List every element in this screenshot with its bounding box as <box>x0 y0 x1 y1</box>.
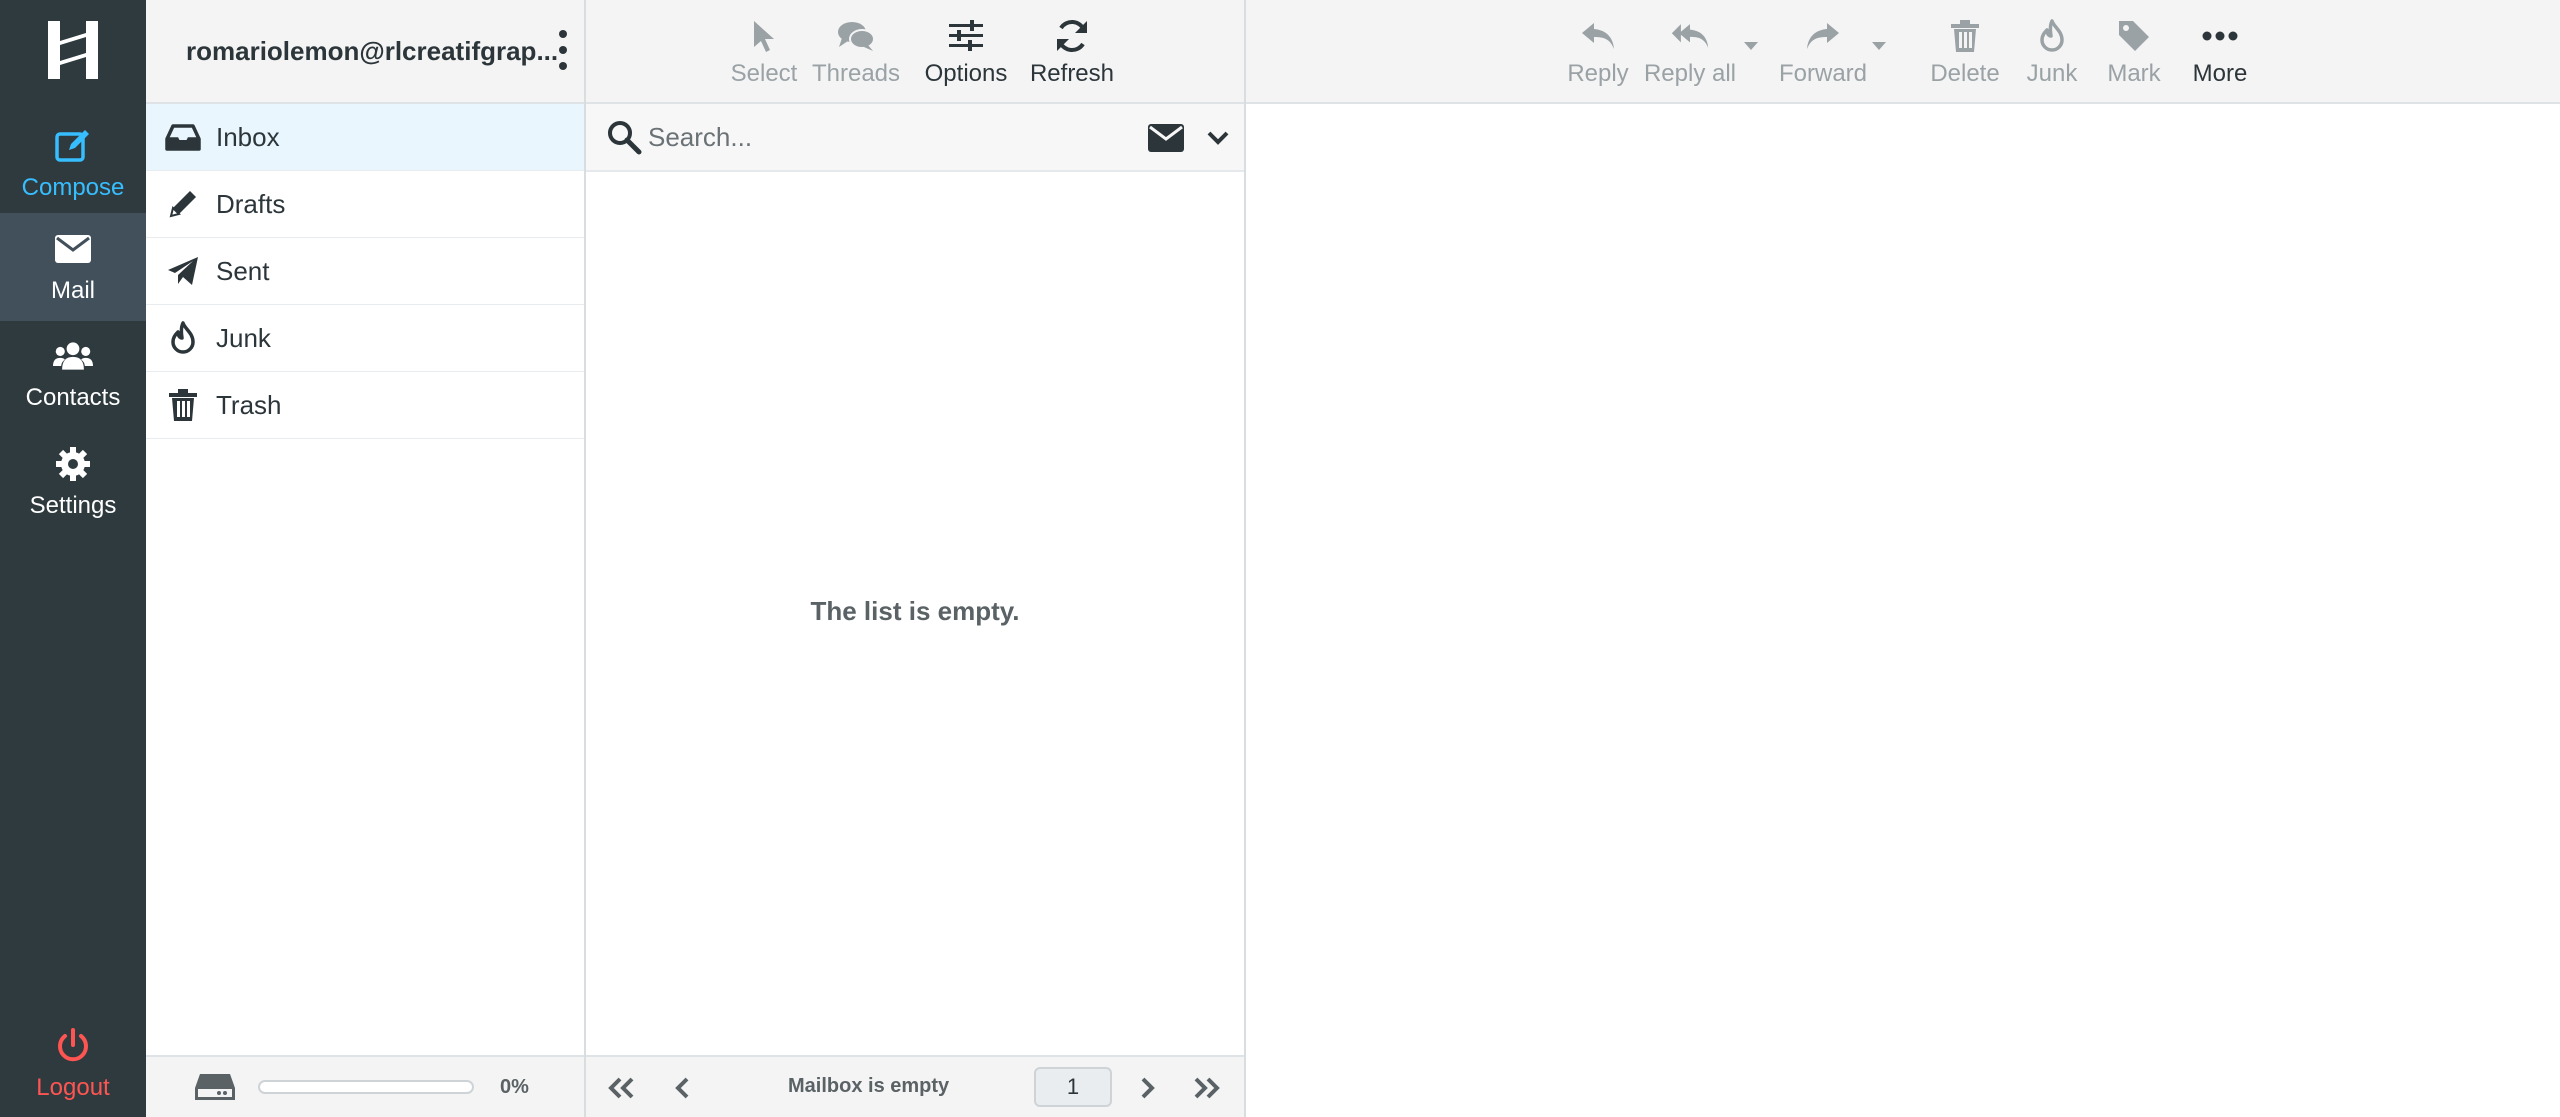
account-menu-icon[interactable] <box>556 30 570 70</box>
fire-icon <box>2032 16 2072 56</box>
mail-label: Mail <box>50 277 95 304</box>
message-toolbar: Reply Reply all Forward Delete Junk Mark… <box>1246 0 2560 104</box>
reply-button[interactable]: Reply <box>1562 10 1634 94</box>
quota-footer: 0% <box>146 1055 584 1117</box>
empty-list-message: The list is empty. <box>810 596 1020 626</box>
reply-all-dropdown-icon[interactable] <box>1744 42 1758 50</box>
contacts-label: Contacts <box>25 384 121 411</box>
sliders-icon <box>946 16 986 56</box>
delete-label: Delete <box>1930 60 2000 87</box>
threads-label: Threads <box>811 60 901 87</box>
compose-label: Compose <box>21 174 125 201</box>
forward-icon <box>1803 16 1843 56</box>
nav-rail: Compose Mail Contacts Settings Logout <box>0 0 146 1117</box>
app-logo <box>0 0 146 100</box>
reply-label: Reply <box>1567 60 1629 87</box>
compose-button[interactable]: Compose <box>0 110 146 218</box>
select-button[interactable]: Select <box>720 10 808 94</box>
mailbox-status: Mailbox is empty <box>788 1075 950 1097</box>
account-header: romariolemon@rlcreatifgrap... <box>146 0 584 104</box>
options-button[interactable]: Options <box>916 10 1016 94</box>
logout-label: Logout <box>36 1074 110 1101</box>
settings-label: Settings <box>29 492 117 519</box>
previous-page-icon[interactable] <box>666 1071 700 1105</box>
reply-all-button[interactable]: Reply all <box>1640 10 1740 94</box>
mail-button[interactable]: Mail <box>0 213 146 321</box>
junk-button[interactable]: Junk <box>2016 10 2088 94</box>
message-preview-panel: Reply Reply all Forward Delete Junk Mark… <box>1246 0 2560 1117</box>
junk-label: Junk <box>2026 60 2078 87</box>
more-label: More <box>2192 60 2248 87</box>
mark-button[interactable]: Mark <box>2098 10 2170 94</box>
paper-plane-icon <box>164 252 202 290</box>
hard-drive-icon <box>195 1074 235 1100</box>
search-input[interactable] <box>648 121 1128 153</box>
list-toolbar: Select Threads Options Refresh <box>586 0 1244 104</box>
folder-inbox[interactable]: Inbox <box>146 104 584 171</box>
logout-button[interactable]: Logout <box>0 1010 146 1117</box>
refresh-button[interactable]: Refresh <box>1022 10 1122 94</box>
users-icon <box>53 336 93 376</box>
threads-button[interactable]: Threads <box>806 10 906 94</box>
folder-drafts[interactable]: Drafts <box>146 171 584 238</box>
first-page-icon[interactable] <box>604 1071 638 1105</box>
folder-label: Junk <box>216 322 271 353</box>
gear-icon <box>53 444 93 484</box>
options-label: Options <box>924 60 1008 87</box>
forward-dropdown-icon[interactable] <box>1872 42 1886 50</box>
mark-label: Mark <box>2107 60 2161 87</box>
trash-icon <box>164 386 202 424</box>
trash-icon <box>1945 16 1985 56</box>
chevron-down-icon[interactable] <box>1206 126 1230 150</box>
folder-label: Trash <box>216 389 282 420</box>
reply-all-icon <box>1670 16 1710 56</box>
quota-progress-bar <box>258 1080 474 1094</box>
compose-icon <box>53 126 93 166</box>
delete-button[interactable]: Delete <box>1922 10 2008 94</box>
more-icon <box>2200 16 2240 56</box>
message-list-panel: Select Threads Options Refresh The list … <box>586 0 1246 1117</box>
refresh-icon <box>1052 16 1092 56</box>
more-button[interactable]: More <box>2180 10 2260 94</box>
reply-all-label: Reply all <box>1643 60 1737 87</box>
power-icon <box>53 1026 93 1066</box>
pointer-icon <box>744 16 784 56</box>
envelope-icon <box>53 229 93 269</box>
folder-trash[interactable]: Trash <box>146 372 584 439</box>
account-name: romariolemon@rlcreatifgrap... <box>186 35 559 66</box>
search-icon[interactable] <box>606 119 642 155</box>
page-number-input[interactable]: 1 <box>1034 1067 1112 1107</box>
search-scope-envelope-icon[interactable] <box>1148 124 1184 152</box>
forward-button[interactable]: Forward <box>1768 10 1878 94</box>
select-label: Select <box>730 60 798 87</box>
forward-label: Forward <box>1778 60 1868 87</box>
comments-icon <box>836 16 876 56</box>
next-page-icon[interactable] <box>1130 1071 1164 1105</box>
refresh-label: Refresh <box>1029 60 1115 87</box>
inbox-icon <box>164 118 202 156</box>
folder-label: Sent <box>216 255 270 286</box>
logo-icon <box>48 21 98 79</box>
folder-label: Inbox <box>216 121 280 152</box>
folder-label: Drafts <box>216 188 286 219</box>
folder-panel: romariolemon@rlcreatifgrap... Inbox Draf… <box>146 0 586 1117</box>
folder-sent[interactable]: Sent <box>146 238 584 305</box>
folder-junk[interactable]: Junk <box>146 305 584 372</box>
search-bar <box>586 104 1244 172</box>
contacts-button[interactable]: Contacts <box>0 320 146 428</box>
settings-button[interactable]: Settings <box>0 428 146 536</box>
list-footer: Mailbox is empty 1 <box>586 1055 1244 1117</box>
reply-icon <box>1578 16 1618 56</box>
tag-icon <box>2114 16 2154 56</box>
quota-percent: 0% <box>500 1075 529 1098</box>
pencil-icon <box>164 185 202 223</box>
last-page-icon[interactable] <box>1190 1071 1224 1105</box>
fire-icon <box>164 319 202 357</box>
